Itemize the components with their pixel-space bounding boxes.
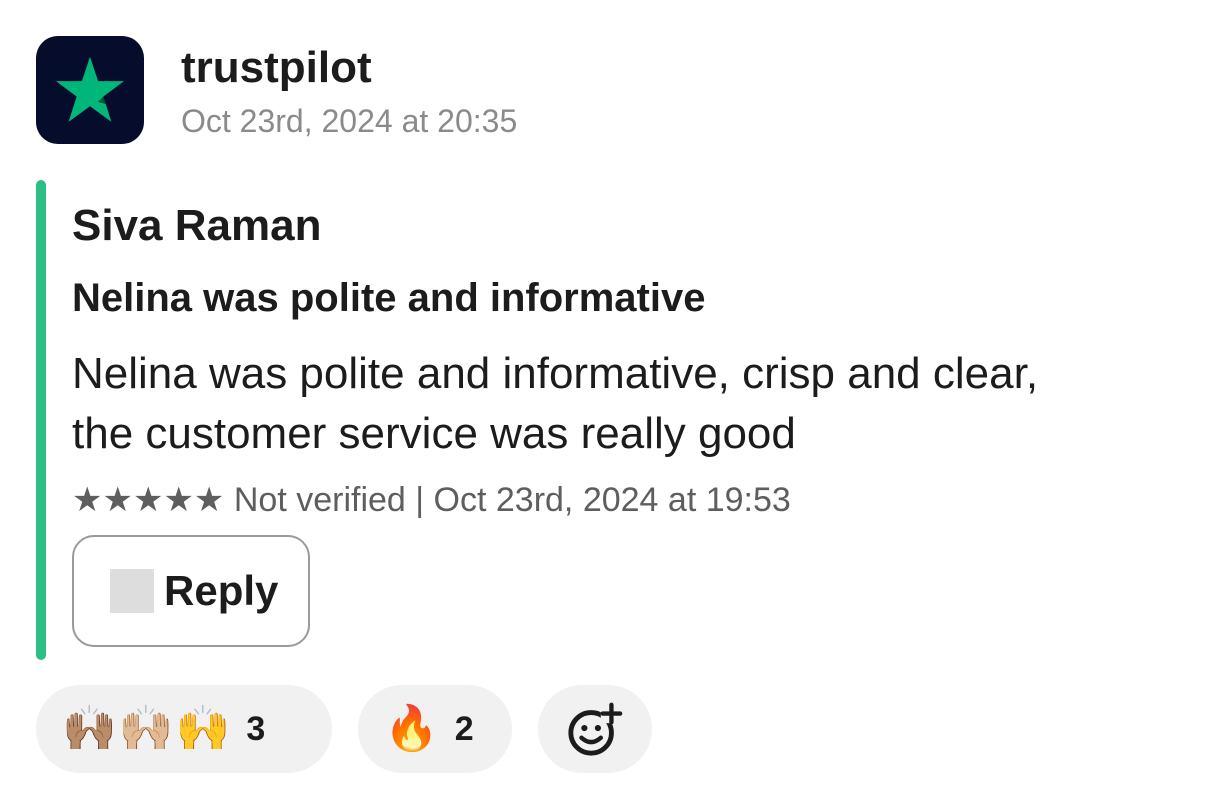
add-reaction-icon (568, 702, 623, 756)
message-timestamp[interactable]: Oct 23rd, 2024 at 20:35 (181, 101, 517, 141)
reply-label: Reply (164, 567, 279, 614)
sender-name[interactable]: trustpilot (181, 40, 372, 96)
star-rating: ★★★★★ (72, 481, 225, 519)
reaction-count: 3 (246, 709, 266, 748)
reaction-fire[interactable]: 🔥 2 (358, 685, 512, 773)
raised-hands-emoji-icon: 🙌🏽🙌🏼🙌 (62, 704, 233, 753)
reply-button[interactable]: Reply (72, 535, 310, 647)
reviewer-name: Siva Raman (72, 201, 322, 250)
review-meta: ★★★★★ Not verified | Oct 23rd, 2024 at 1… (72, 478, 791, 522)
reactions-bar: 🙌🏽🙌🏼🙌 3 🔥 2 (36, 685, 652, 773)
trustpilot-star-icon (55, 56, 125, 122)
add-reaction-button[interactable] (538, 685, 652, 773)
reply-icon-placeholder (110, 569, 154, 613)
reaction-count: 2 (454, 709, 474, 748)
attachment-accent-bar (36, 180, 46, 660)
trustpilot-avatar[interactable] (36, 36, 144, 144)
review-title: Nelina was polite and informative (72, 276, 706, 320)
review-body: Nelina was polite and informative, crisp… (72, 349, 1039, 458)
reaction-raised-hands[interactable]: 🙌🏽🙌🏼🙌 3 (36, 685, 332, 773)
review-meta-text: Not verified | Oct 23rd, 2024 at 19:53 (233, 481, 791, 519)
fire-emoji-icon: 🔥 (384, 704, 441, 753)
